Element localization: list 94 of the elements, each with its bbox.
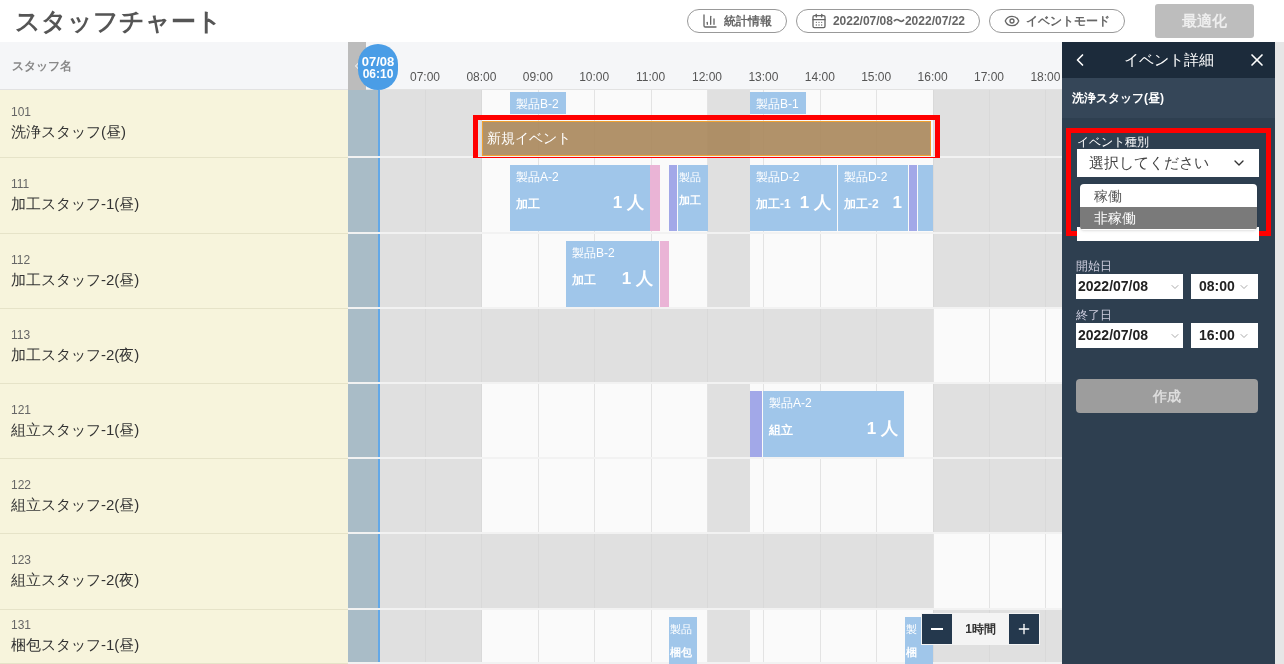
minus-icon	[931, 628, 943, 630]
current-time: 06:10	[362, 67, 394, 80]
count-label: 1 人	[612, 194, 644, 211]
date-select[interactable]: 2022/07/08	[1076, 274, 1183, 299]
hour-label: 15:00	[861, 69, 892, 86]
staff-code: 111	[11, 176, 31, 194]
staff-row[interactable]: 113 加工スタッフ-2(夜)	[0, 309, 348, 384]
zoom-level: 1時間	[965, 621, 996, 638]
staff-code: 131	[11, 617, 33, 635]
process-label: 梱	[906, 646, 917, 659]
staff-row[interactable]: 101 洗浄スタッフ(昼)	[0, 90, 348, 158]
hour-label: 07:00	[410, 69, 440, 86]
page-title: スタッフチャート	[15, 8, 222, 34]
plus-icon	[1016, 621, 1032, 637]
field-label: イベント種別	[1077, 135, 1150, 149]
hour-label: 08:00	[466, 69, 497, 86]
product-label: 製品D-2	[756, 171, 801, 184]
bar-chart-icon	[701, 13, 718, 29]
staff-code: 112	[11, 251, 32, 269]
product-label: 製品	[679, 171, 702, 184]
count-label: 1	[892, 194, 902, 211]
staff-name: 梱包スタッフ-1(昼)	[11, 635, 141, 656]
scrollbar[interactable]	[1275, 42, 1284, 664]
time-select[interactable]: 16:00	[1191, 323, 1258, 348]
panel-title: イベント詳細	[1123, 49, 1214, 70]
past-time-shade	[348, 610, 378, 662]
column-header: スタッフ名	[0, 42, 348, 90]
type-select[interactable]: 選択してください	[1077, 149, 1259, 177]
task-bar[interactable]	[750, 391, 762, 457]
dropdown-option[interactable]: 稼働	[1080, 185, 1257, 207]
hour-label: 14:00	[804, 69, 835, 86]
task-bar[interactable]	[660, 241, 669, 307]
product-label: 製品B-2	[516, 98, 560, 111]
process-label: 加工	[679, 194, 701, 207]
staff-code: 123	[11, 552, 33, 570]
process-label: 加工	[572, 274, 596, 287]
hour-label: 17:00	[974, 69, 1004, 86]
product-label: 製品	[670, 623, 693, 636]
staff-code: 101	[11, 104, 33, 122]
hour-label: 12:00	[692, 69, 722, 86]
staff-row[interactable]: 112 加工スタッフ-2(昼)	[0, 234, 348, 309]
staff-name: 組立スタッフ-1(昼)	[11, 419, 141, 440]
process-label: 加工	[516, 198, 540, 211]
task-bar[interactable]	[669, 165, 677, 231]
hour-label: 16:00	[917, 69, 948, 86]
process-label: 梱包	[670, 646, 692, 659]
staff-code: 121	[11, 401, 33, 419]
current-time-line	[378, 610, 380, 662]
staff-row[interactable]: 123 組立スタッフ-2(夜)	[0, 534, 348, 610]
field-label: 開始日	[1076, 258, 1113, 274]
staff-name: 加工スタッフ-2(夜)	[11, 344, 141, 365]
current-time-line	[378, 90, 380, 156]
dropdown-option[interactable]: 非稼働	[1080, 207, 1257, 229]
task-bar[interactable]	[650, 165, 660, 231]
zoom-out-button[interactable]	[922, 614, 952, 644]
staff-row[interactable]: 111 加工スタッフ-1(昼)	[0, 158, 348, 234]
process-label: 組立	[769, 424, 793, 437]
product-label: 製	[906, 623, 918, 636]
task-bar[interactable]	[918, 165, 933, 231]
product-label: 製品A-2	[516, 171, 560, 184]
eye-icon	[1004, 13, 1020, 29]
date-select[interactable]: 2022/07/08	[1076, 323, 1183, 348]
count-label: 1 人	[799, 194, 831, 211]
process-label: 加工-1	[756, 198, 791, 211]
process-label: 加工-2	[844, 198, 879, 211]
hour-label: 13:00	[748, 69, 779, 86]
staff-name: 加工スタッフ-1(昼)	[11, 194, 141, 215]
hour-label: 11:00	[636, 69, 666, 86]
product-label: 製品D-2	[844, 171, 889, 184]
staff-row[interactable]: 121 組立スタッフ-1(昼)	[0, 384, 348, 459]
staff-name: 組立スタッフ-2(夜)	[11, 570, 141, 591]
current-date: 07/08	[361, 54, 395, 68]
staff-label: 洗浄スタッフ(昼)	[1072, 90, 1164, 107]
count-label: 1 人	[621, 270, 653, 287]
staff-name: 加工スタッフ-2(昼)	[11, 269, 141, 290]
staff-code: 113	[11, 326, 32, 344]
staff-name: 洗浄スタッフ(昼)	[11, 122, 127, 143]
hour-label: 10:00	[579, 69, 610, 86]
staff-code: 122	[11, 476, 33, 494]
time-select[interactable]: 08:00	[1191, 274, 1258, 299]
staff-name: 組立スタッフ-2(昼)	[11, 494, 141, 515]
product-label: 製品B-2	[572, 247, 616, 260]
hour-label: 09:00	[522, 69, 553, 86]
zoom-in-button[interactable]	[1009, 614, 1039, 644]
staff-row[interactable]: 122 組立スタッフ-2(昼)	[0, 459, 348, 534]
task-bar[interactable]	[909, 165, 917, 231]
field-label: 終了日	[1076, 307, 1113, 323]
hour-label: 18:00	[1030, 69, 1061, 86]
staff-row[interactable]: 131 梱包スタッフ-1(昼)	[0, 610, 348, 664]
product-label: 製品B-1	[756, 98, 800, 111]
product-label: 製品A-2	[769, 397, 813, 410]
past-time-shade	[348, 90, 378, 156]
calendar-icon	[810, 13, 827, 29]
count-label: 1 人	[866, 420, 898, 437]
